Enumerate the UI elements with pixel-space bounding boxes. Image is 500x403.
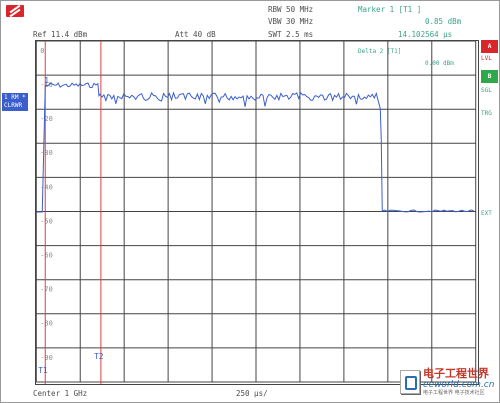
y-tick-label: -70 bbox=[40, 286, 53, 294]
y-tick-label: -80 bbox=[40, 320, 53, 328]
center-frequency-readout: Center 1 GHz bbox=[33, 389, 88, 398]
eeworld-watermark: 电子工程世界 eeworld.com.cn 电子工程世界 电子技术社区 bbox=[400, 366, 496, 398]
marker1-time: 14.102564 µs bbox=[398, 30, 453, 39]
rohde-schwarz-logo-icon bbox=[6, 5, 24, 17]
plot-grid bbox=[35, 40, 477, 383]
watermark-url: eeworld.com.cn bbox=[423, 380, 495, 390]
side-lvl-label: LVL bbox=[481, 55, 492, 62]
marker1-level: 0.85 dBm bbox=[425, 17, 462, 26]
eeworld-logo-icon bbox=[400, 370, 420, 394]
vbw-readout: VBW 30 MHz bbox=[268, 17, 314, 26]
marker-t1-label: T1 bbox=[38, 366, 48, 375]
ref-level-readout: Ref 11.4 dBm bbox=[33, 30, 88, 39]
side-b-indicator: B bbox=[481, 70, 498, 83]
attenuation-readout: Att 40 dB bbox=[175, 30, 216, 39]
marker-t2-label: T2 bbox=[94, 352, 104, 361]
y-tick-label: 0 bbox=[40, 47, 44, 55]
y-tick-label: -40 bbox=[40, 183, 53, 191]
measurement-trace bbox=[36, 82, 474, 213]
spectrum-plot: 0-10-20-30-40-50-60-70-80-90 1 T1 T2 bbox=[35, 40, 479, 385]
span-readout: 250 µs/ bbox=[236, 389, 268, 398]
y-tick-label: -50 bbox=[40, 217, 53, 225]
side-trg-label: TRG bbox=[481, 110, 492, 117]
trace-mode-line2: CLRWR bbox=[4, 102, 23, 109]
trace-mode-badge: 1 RM * CLRWR bbox=[2, 93, 28, 111]
watermark-title: 电子工程世界 bbox=[423, 367, 489, 380]
y-tick-label: -20 bbox=[40, 115, 53, 123]
watermark-caption: 电子工程世界 电子技术社区 bbox=[423, 390, 485, 396]
swt-readout: SWT 2.5 ms bbox=[268, 30, 314, 39]
y-tick-label: -60 bbox=[40, 252, 53, 260]
y-tick-label: -90 bbox=[40, 354, 53, 362]
rbw-readout: RBW 50 MHz bbox=[268, 5, 314, 14]
trace-mode-line1: 1 RM * bbox=[4, 94, 26, 101]
marker-1-flag: 1 bbox=[44, 76, 49, 85]
side-sgl-label: SGL bbox=[481, 87, 492, 94]
side-a-indicator: A bbox=[481, 40, 498, 53]
marker1-title: Marker 1 [T1 ] bbox=[358, 5, 422, 14]
y-tick-label: -30 bbox=[40, 149, 53, 157]
side-ext-label: EXT bbox=[481, 210, 492, 217]
